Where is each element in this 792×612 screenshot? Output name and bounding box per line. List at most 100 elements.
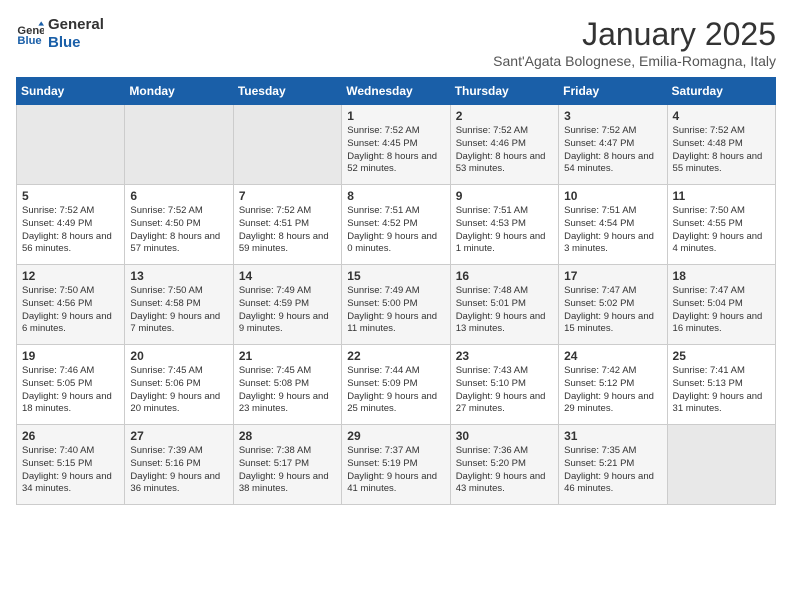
day-number: 24 (564, 349, 661, 363)
day-info: Sunrise: 7:42 AM Sunset: 5:12 PM Dayligh… (564, 365, 661, 416)
header-wednesday: Wednesday (342, 78, 450, 105)
day-number: 9 (456, 189, 553, 203)
table-row: 8 Sunrise: 7:51 AM Sunset: 4:52 PM Daylig… (342, 185, 450, 265)
day-number: 21 (239, 349, 336, 363)
day-number: 2 (456, 109, 553, 123)
day-info: Sunrise: 7:41 AM Sunset: 5:13 PM Dayligh… (673, 365, 770, 416)
table-row: 10Sunrise: 7:51 AM Sunset: 4:54 PM Dayli… (559, 185, 667, 265)
day-info: Sunrise: 7:40 AM Sunset: 5:15 PM Dayligh… (22, 445, 119, 496)
day-info: Sunrise: 7:38 AM Sunset: 5:17 PM Dayligh… (239, 445, 336, 496)
day-number: 6 (130, 189, 227, 203)
table-row: 4 Sunrise: 7:52 AM Sunset: 4:48 PM Daylig… (667, 105, 775, 185)
day-info: Sunrise: 7:50 AM Sunset: 4:56 PM Dayligh… (22, 285, 119, 336)
header-saturday: Saturday (667, 78, 775, 105)
day-info: Sunrise: 7:35 AM Sunset: 5:21 PM Dayligh… (564, 445, 661, 496)
day-number: 15 (347, 269, 444, 283)
month-title: January 2025 (493, 16, 776, 53)
day-number: 3 (564, 109, 661, 123)
day-number: 8 (347, 189, 444, 203)
logo-blue: Blue (48, 34, 104, 52)
day-number: 13 (130, 269, 227, 283)
calendar-header: Sunday Monday Tuesday Wednesday Thursday… (17, 78, 776, 105)
table-row (233, 105, 341, 185)
day-number: 12 (22, 269, 119, 283)
day-info: Sunrise: 7:50 AM Sunset: 4:55 PM Dayligh… (673, 205, 770, 256)
day-info: Sunrise: 7:52 AM Sunset: 4:49 PM Dayligh… (22, 205, 119, 256)
day-info: Sunrise: 7:52 AM Sunset: 4:48 PM Dayligh… (673, 125, 770, 176)
location-title: Sant'Agata Bolognese, Emilia-Romagna, It… (493, 53, 776, 69)
day-number: 28 (239, 429, 336, 443)
day-number: 5 (22, 189, 119, 203)
day-info: Sunrise: 7:52 AM Sunset: 4:47 PM Dayligh… (564, 125, 661, 176)
header-monday: Monday (125, 78, 233, 105)
day-info: Sunrise: 7:44 AM Sunset: 5:09 PM Dayligh… (347, 365, 444, 416)
table-row: 17 Sunrise: 7:47 AM Sunset: 5:02 PM Dayli… (559, 265, 667, 345)
header-tuesday: Tuesday (233, 78, 341, 105)
header-sunday: Sunday (17, 78, 125, 105)
table-row: 12 Sunrise: 7:50 AM Sunset: 4:56 PM Dayli… (17, 265, 125, 345)
day-number: 23 (456, 349, 553, 363)
logo-icon: General Blue (16, 20, 44, 48)
day-number: 19 (22, 349, 119, 363)
day-number: 31 (564, 429, 661, 443)
day-number: 18 (673, 269, 770, 283)
day-info: Sunrise: 7:52 AM Sunset: 4:50 PM Dayligh… (130, 205, 227, 256)
day-info: Sunrise: 7:49 AM Sunset: 5:00 PM Dayligh… (347, 285, 444, 336)
day-info: Sunrise: 7:47 AM Sunset: 5:02 PM Dayligh… (564, 285, 661, 336)
table-row: 15 Sunrise: 7:49 AM Sunset: 5:00 PM Dayli… (342, 265, 450, 345)
day-number: 11 (673, 189, 770, 203)
table-row: 29Sunrise: 7:37 AM Sunset: 5:19 PM Dayli… (342, 425, 450, 505)
table-row: 14Sunrise: 7:49 AM Sunset: 4:59 PM Dayli… (233, 265, 341, 345)
day-number: 1 (347, 109, 444, 123)
day-info: Sunrise: 7:51 AM Sunset: 4:52 PM Dayligh… (347, 205, 444, 256)
day-number: 17 (564, 269, 661, 283)
day-info: Sunrise: 7:48 AM Sunset: 5:01 PM Dayligh… (456, 285, 553, 336)
day-info: Sunrise: 7:45 AM Sunset: 5:06 PM Dayligh… (130, 365, 227, 416)
table-row: 11 Sunrise: 7:50 AM Sunset: 4:55 PM Dayli… (667, 185, 775, 265)
table-row: 20 Sunrise: 7:45 AM Sunset: 5:06 PM Dayli… (125, 345, 233, 425)
svg-text:Blue: Blue (17, 35, 41, 47)
table-row: 23 Sunrise: 7:43 AM Sunset: 5:10 PM Dayli… (450, 345, 558, 425)
day-number: 20 (130, 349, 227, 363)
header-friday: Friday (559, 78, 667, 105)
day-number: 7 (239, 189, 336, 203)
table-row: 5 Sunrise: 7:52 AM Sunset: 4:49 PM Daylig… (17, 185, 125, 265)
calendar-table: Sunday Monday Tuesday Wednesday Thursday… (16, 77, 776, 505)
table-row: 7 Sunrise: 7:52 AM Sunset: 4:51 PM Daylig… (233, 185, 341, 265)
day-info: Sunrise: 7:50 AM Sunset: 4:58 PM Dayligh… (130, 285, 227, 336)
table-row (125, 105, 233, 185)
table-row: 25Sunrise: 7:41 AM Sunset: 5:13 PM Dayli… (667, 345, 775, 425)
logo: General Blue General Blue (16, 16, 104, 52)
day-info: Sunrise: 7:39 AM Sunset: 5:16 PM Dayligh… (130, 445, 227, 496)
header: General Blue General Blue January 2025 S… (16, 16, 776, 69)
day-info: Sunrise: 7:43 AM Sunset: 5:10 PM Dayligh… (456, 365, 553, 416)
table-row: 28 Sunrise: 7:38 AM Sunset: 5:17 PM Dayli… (233, 425, 341, 505)
table-row: 18 Sunrise: 7:47 AM Sunset: 5:04 PM Dayli… (667, 265, 775, 345)
table-row: 1Sunrise: 7:52 AM Sunset: 4:45 PM Daylig… (342, 105, 450, 185)
table-row: 30 Sunrise: 7:36 AM Sunset: 5:20 PM Dayli… (450, 425, 558, 505)
day-info: Sunrise: 7:36 AM Sunset: 5:20 PM Dayligh… (456, 445, 553, 496)
table-row: 6 Sunrise: 7:52 AM Sunset: 4:50 PM Daylig… (125, 185, 233, 265)
day-number: 22 (347, 349, 444, 363)
table-row (17, 105, 125, 185)
table-row: 31 Sunrise: 7:35 AM Sunset: 5:21 PM Dayli… (559, 425, 667, 505)
day-info: Sunrise: 7:46 AM Sunset: 5:05 PM Dayligh… (22, 365, 119, 416)
day-info: Sunrise: 7:37 AM Sunset: 5:19 PM Dayligh… (347, 445, 444, 496)
day-info: Sunrise: 7:52 AM Sunset: 4:46 PM Dayligh… (456, 125, 553, 176)
table-row: 16 Sunrise: 7:48 AM Sunset: 5:01 PM Dayli… (450, 265, 558, 345)
day-info: Sunrise: 7:45 AM Sunset: 5:08 PM Dayligh… (239, 365, 336, 416)
table-row (667, 425, 775, 505)
day-info: Sunrise: 7:47 AM Sunset: 5:04 PM Dayligh… (673, 285, 770, 336)
table-row: 3 Sunrise: 7:52 AM Sunset: 4:47 PM Daylig… (559, 105, 667, 185)
day-number: 14 (239, 269, 336, 283)
logo-general: General (48, 16, 104, 34)
day-info: Sunrise: 7:52 AM Sunset: 4:51 PM Dayligh… (239, 205, 336, 256)
table-row: 26 Sunrise: 7:40 AM Sunset: 5:15 PM Dayli… (17, 425, 125, 505)
day-number: 27 (130, 429, 227, 443)
day-number: 26 (22, 429, 119, 443)
table-row: 13 Sunrise: 7:50 AM Sunset: 4:58 PM Dayli… (125, 265, 233, 345)
day-number: 16 (456, 269, 553, 283)
header-thursday: Thursday (450, 78, 558, 105)
day-number: 30 (456, 429, 553, 443)
day-number: 4 (673, 109, 770, 123)
